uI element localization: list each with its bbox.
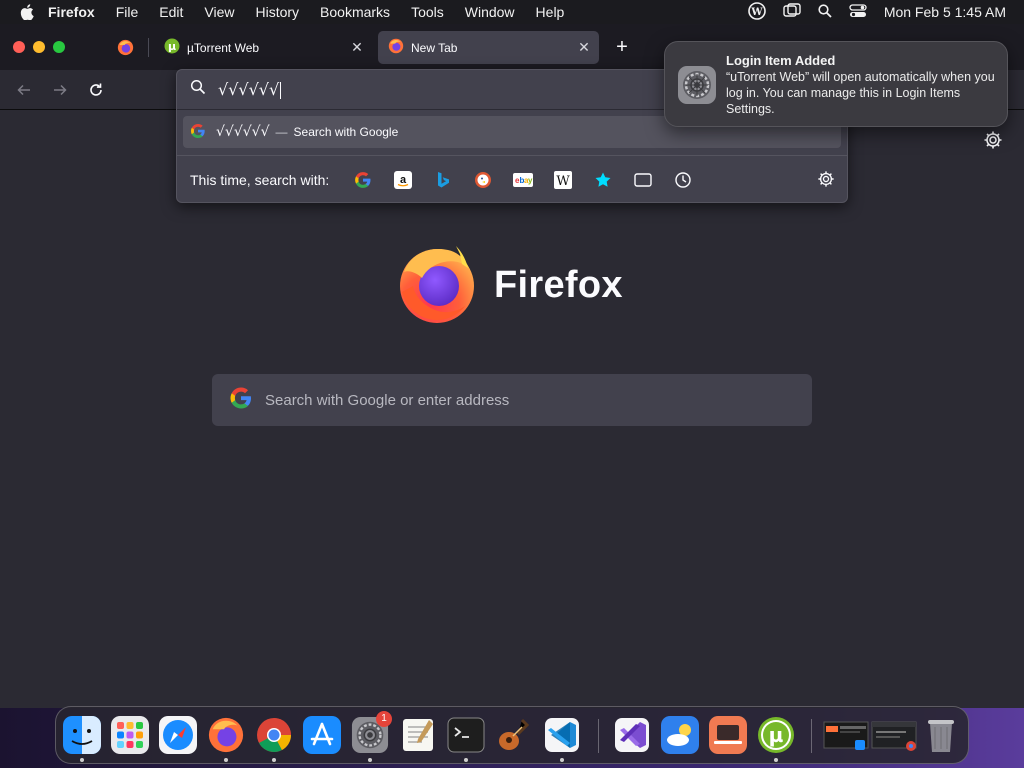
firefox-wordmark: Firefox <box>494 264 623 306</box>
menu-history[interactable]: History <box>255 4 299 20</box>
bookmarks-star-icon[interactable] <box>583 166 623 194</box>
text-caret <box>280 82 282 99</box>
close-tab-icon[interactable]: ✕ <box>577 40 591 54</box>
chrome-icon[interactable] <box>255 716 293 754</box>
firefox-logo: Firefox <box>396 242 623 329</box>
utorrent-dock-icon[interactable]: µ <box>757 716 795 754</box>
engine-ebay-button[interactable]: ebay <box>503 166 543 194</box>
home-search-field[interactable]: Search with Google or enter address <box>212 374 812 426</box>
engine-duckduckgo-button[interactable] <box>463 166 503 194</box>
engine-bing-button[interactable] <box>423 166 463 194</box>
dock: µ <box>55 706 969 764</box>
running-indicator <box>80 758 84 762</box>
control-center-icon[interactable] <box>849 3 867 21</box>
recent-window-thumbnail[interactable] <box>871 716 917 754</box>
svg-text:y: y <box>528 176 533 185</box>
svg-text:a: a <box>400 174 407 186</box>
tab-label: New Tab <box>411 40 458 55</box>
pinned-tab-firefox[interactable] <box>117 39 134 61</box>
open-tabs-icon[interactable] <box>623 166 663 194</box>
visual-studio-icon[interactable] <box>613 716 651 754</box>
firefox-dock-icon[interactable] <box>207 716 245 754</box>
svg-text:µ: µ <box>769 723 784 747</box>
svg-text:W: W <box>557 174 571 189</box>
search-settings-gear-icon[interactable] <box>817 170 835 188</box>
weather-icon[interactable] <box>661 716 699 754</box>
tab-new-tab[interactable]: New Tab ✕ <box>378 31 599 64</box>
running-indicator <box>368 758 372 762</box>
new-tab-button[interactable]: + <box>612 37 632 57</box>
engine-google-button[interactable] <box>343 166 383 194</box>
menu-help[interactable]: Help <box>536 4 565 20</box>
menu-edit[interactable]: Edit <box>159 4 183 20</box>
system-settings-icon <box>677 65 717 105</box>
menu-app-firefox[interactable]: Firefox <box>48 4 95 20</box>
reload-button[interactable] <box>86 80 106 100</box>
wordpress-icon[interactable]: W <box>748 1 766 23</box>
terminal-icon[interactable] <box>447 716 485 754</box>
apple-menu-icon[interactable] <box>20 4 34 20</box>
forward-button[interactable] <box>50 80 70 100</box>
back-button[interactable] <box>14 80 34 100</box>
firefox-icon <box>388 38 404 57</box>
dock-separator <box>811 719 812 753</box>
menu-window[interactable]: Window <box>465 4 515 20</box>
recent-window-thumbnail[interactable] <box>823 716 869 754</box>
vscode-icon[interactable] <box>543 716 581 754</box>
macos-menu-bar: Firefox File Edit View History Bookmarks… <box>0 0 1024 24</box>
menu-view[interactable]: View <box>204 4 234 20</box>
running-indicator <box>774 758 778 762</box>
finder-icon[interactable] <box>63 716 101 754</box>
google-g-icon <box>190 123 206 142</box>
menu-file[interactable]: File <box>116 4 139 20</box>
trash-icon[interactable] <box>922 716 960 754</box>
notification-title: Login Item Added <box>726 53 836 68</box>
remote-desktop-icon[interactable] <box>709 716 747 754</box>
google-g-icon <box>229 386 253 415</box>
history-clock-icon[interactable] <box>663 166 703 194</box>
menu-bookmarks[interactable]: Bookmarks <box>320 4 390 20</box>
search-icon <box>190 79 206 100</box>
suggestion-query: √√√√√√ <box>216 124 270 140</box>
close-tab-icon[interactable]: ✕ <box>350 40 364 54</box>
tab-divider <box>148 38 149 57</box>
engine-amazon-button[interactable]: a <box>383 166 423 194</box>
tab-label: µTorrent Web <box>187 40 260 55</box>
notification-body: “uTorrent Web” will open automatically w… <box>726 70 995 116</box>
svg-text:W: W <box>750 7 763 18</box>
home-search-placeholder: Search with Google or enter address <box>265 391 510 409</box>
tab-utorrent-web[interactable]: µ µTorrent Web ✕ <box>154 31 372 64</box>
gear-icon[interactable] <box>983 130 1003 150</box>
minimize-window-button[interactable] <box>33 41 45 53</box>
close-window-button[interactable] <box>13 41 25 53</box>
launchpad-icon[interactable] <box>111 716 149 754</box>
svg-text:µ: µ <box>168 40 176 53</box>
zoom-window-button[interactable] <box>53 41 65 53</box>
safari-icon[interactable] <box>159 716 197 754</box>
screen-mirroring-icon[interactable] <box>783 2 801 22</box>
one-off-search-bar: This time, search with: a ebay W <box>177 155 847 203</box>
dock-separator <box>598 719 599 753</box>
notification-badge: 1 <box>376 711 392 727</box>
menu-tools[interactable]: Tools <box>411 4 444 20</box>
running-indicator <box>464 758 468 762</box>
app-store-icon[interactable] <box>303 716 341 754</box>
running-indicator <box>272 758 276 762</box>
running-indicator <box>224 758 228 762</box>
login-item-notification[interactable]: Login Item Added “uTorrent Web” will ope… <box>664 41 1008 127</box>
firefox-logo-icon <box>396 242 478 329</box>
suggestion-separator: — <box>275 125 288 139</box>
one-off-label: This time, search with: <box>190 171 330 188</box>
menubar-clock[interactable]: Mon Feb 5 1:45 AM <box>884 4 1006 20</box>
spotlight-search-icon[interactable] <box>818 3 832 21</box>
textedit-icon[interactable] <box>399 716 437 754</box>
engine-wikipedia-button[interactable]: W <box>543 166 583 194</box>
garageband-icon[interactable] <box>495 716 533 754</box>
url-typed-text: √√√√√√ <box>218 80 282 99</box>
suggestion-action: Search with Google <box>293 125 399 139</box>
utorrent-icon: µ <box>164 38 180 57</box>
running-indicator <box>560 758 564 762</box>
